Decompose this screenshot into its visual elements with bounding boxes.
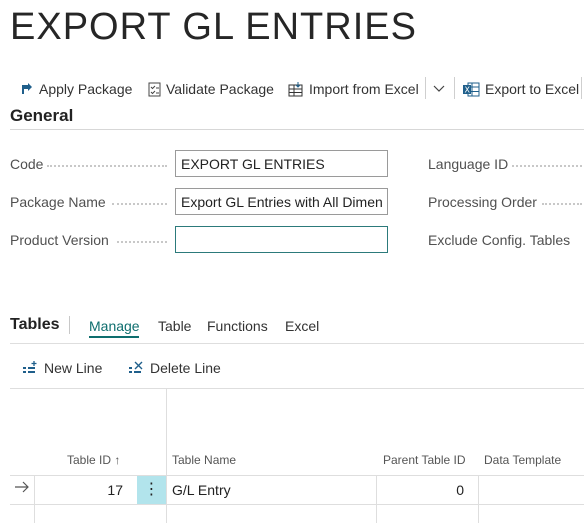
export-to-excel-label: Export to Excel [485,81,580,97]
svg-text:X: X [465,85,471,94]
actions-divider [10,388,584,389]
section-divider [10,129,584,130]
tab-manage[interactable]: Manage [89,318,140,334]
export-to-excel-button[interactable]: X Export to Excel [463,79,579,99]
row-menu-button[interactable]: ⋮ [137,476,166,504]
cell-divider [376,476,377,504]
processing-order-label: Processing Order [428,194,537,210]
column-header-table-id[interactable]: Table ID ↑ [67,453,120,467]
table-name-cell[interactable]: G/L Entry [172,482,231,498]
label-leader-dots [47,165,167,167]
more-actions-dropdown[interactable] [432,79,451,99]
label-leader-dots [112,203,167,205]
checklist-icon [148,82,161,96]
toolbar-separator [425,77,426,99]
table-row[interactable]: 17 ⋮ G/L Entry 0 [10,476,584,504]
cell-divider [478,476,479,504]
cell-divider [376,504,377,523]
delete-line-label: Delete Line [150,360,221,376]
page-title: EXPORT GL ENTRIES [10,6,417,48]
cell-divider [34,504,35,523]
import-from-excel-button[interactable]: Import from Excel [288,79,419,99]
table-id-cell[interactable]: 17 [34,482,123,498]
package-name-field[interactable] [175,188,388,215]
tab-functions[interactable]: Functions [207,318,268,334]
apply-package-button[interactable]: Apply Package [20,79,132,99]
general-section-title: General [10,106,74,125]
toolbar-separator [581,77,582,99]
apply-package-icon [22,83,32,94]
column-header-data-template[interactable]: Data Template [484,453,561,467]
code-label: Code [10,156,44,172]
tab-table[interactable]: Table [158,318,191,334]
column-header-parent-table-id[interactable]: Parent Table ID [383,453,466,467]
package-name-label: Package Name [10,194,106,210]
new-line-icon [23,361,37,373]
product-version-label: Product Version [10,232,109,248]
tables-section-title: Tables [10,316,60,333]
excel-icon: X [463,82,480,96]
toolbar-separator [454,77,455,99]
label-leader-dots [542,203,582,205]
delete-line-button[interactable]: Delete Line [128,358,221,378]
row-divider [10,504,584,505]
product-version-field[interactable] [175,226,388,253]
row-arrow-icon [14,480,30,499]
label-leader-dots [117,241,167,243]
chevron-down-icon [433,85,445,92]
code-field[interactable] [175,150,388,177]
exclude-config-tables-label: Exclude Config. Tables [428,232,571,248]
new-line-button[interactable]: New Line [22,358,102,378]
delete-line-icon [129,361,143,373]
tabs-divider [10,343,584,344]
import-table-icon [288,81,303,96]
column-header-table-name[interactable]: Table Name [172,453,236,467]
tabs-separator [69,316,70,334]
cell-divider [478,504,479,523]
active-tab-underline [89,336,139,338]
apply-package-label: Apply Package [39,81,133,97]
language-id-label: Language ID [428,156,509,172]
validate-package-button[interactable]: Validate Package [148,79,274,99]
validate-package-label: Validate Package [166,81,274,97]
new-line-label: New Line [44,360,103,376]
tab-excel[interactable]: Excel [285,318,319,334]
label-leader-dots [512,165,582,167]
parent-table-id-cell[interactable]: 0 [380,482,464,498]
import-from-excel-label: Import from Excel [309,81,419,97]
